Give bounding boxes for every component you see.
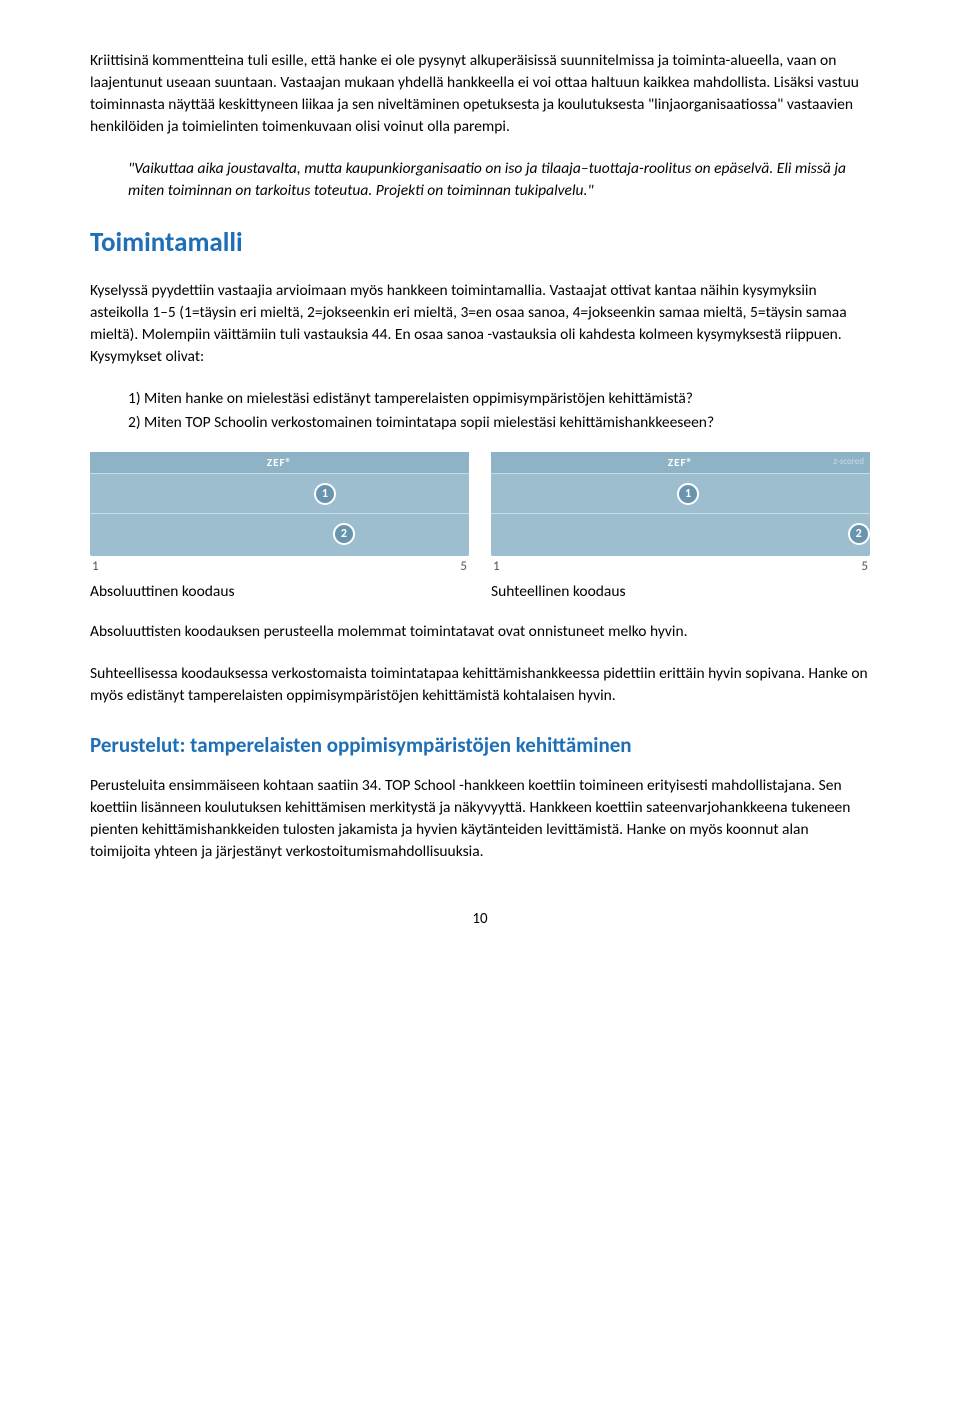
chart-caption-left: Absoluuttinen koodaus	[90, 581, 469, 603]
zef-logo-icon: ZEF®	[668, 455, 693, 471]
chart-relative: ZEF® z-scored 1 2 1 5 Suhteellinen kooda…	[491, 452, 870, 602]
zef-header: ZEF® z-scored	[491, 452, 870, 473]
marker-2: 2	[333, 523, 355, 545]
question-1: 1) Miten hanke on mielestäsi edistänyt t…	[128, 388, 870, 410]
axis-labels-left: 1 5	[90, 556, 469, 576]
marker-2: 2	[848, 523, 870, 545]
justification-paragraph: Perusteluita ensimmäiseen kohtaan saatii…	[90, 775, 870, 863]
intro-paragraph: Kriittisinä kommentteina tuli esille, et…	[90, 50, 870, 138]
results-paragraph-1: Absoluuttisten koodauksen perusteella mo…	[90, 621, 870, 643]
chart-row-2: 2	[491, 513, 870, 553]
charts-container: ZEF® 1 2 1 5 Absoluuttinen koodaus ZEF® …	[90, 452, 870, 602]
axis-labels-right: 1 5	[491, 556, 870, 576]
chart-row-2: 2	[90, 513, 469, 553]
chart-caption-right: Suhteellinen koodaus	[491, 581, 870, 603]
axis-min: 1	[92, 558, 99, 576]
results-paragraph-2: Suhteellisessa koodauksessa verkostomais…	[90, 663, 870, 707]
zef-logo-icon: ZEF®	[267, 455, 292, 471]
zef-header: ZEF®	[90, 452, 469, 473]
chart-row-1: 1	[491, 473, 870, 513]
section-heading-toimintamalli: Toimintamalli	[90, 224, 870, 262]
zef-panel-right: ZEF® z-scored 1 2	[491, 452, 870, 556]
subheading-perustelut: Perustelut: tamperelaisten oppimisympäri…	[90, 731, 870, 761]
methodology-paragraph: Kyselyssä pyydettiin vastaajia arvioimaa…	[90, 280, 870, 368]
marker-1: 1	[314, 483, 336, 505]
chart-absolute: ZEF® 1 2 1 5 Absoluuttinen koodaus	[90, 452, 469, 602]
zef-panel-left: ZEF® 1 2	[90, 452, 469, 556]
questions-list: 1) Miten hanke on mielestäsi edistänyt t…	[128, 388, 870, 434]
axis-min: 1	[493, 558, 500, 576]
question-2: 2) Miten TOP Schoolin verkostomainen toi…	[128, 412, 870, 434]
chart-row-1: 1	[90, 473, 469, 513]
axis-max: 5	[460, 558, 467, 576]
quotation-block: "Vaikuttaa aika joustavalta, mutta kaupu…	[128, 158, 870, 202]
zef-meta: z-scored	[833, 456, 864, 469]
axis-max: 5	[861, 558, 868, 576]
marker-1: 1	[677, 483, 699, 505]
page-number: 10	[90, 909, 870, 930]
